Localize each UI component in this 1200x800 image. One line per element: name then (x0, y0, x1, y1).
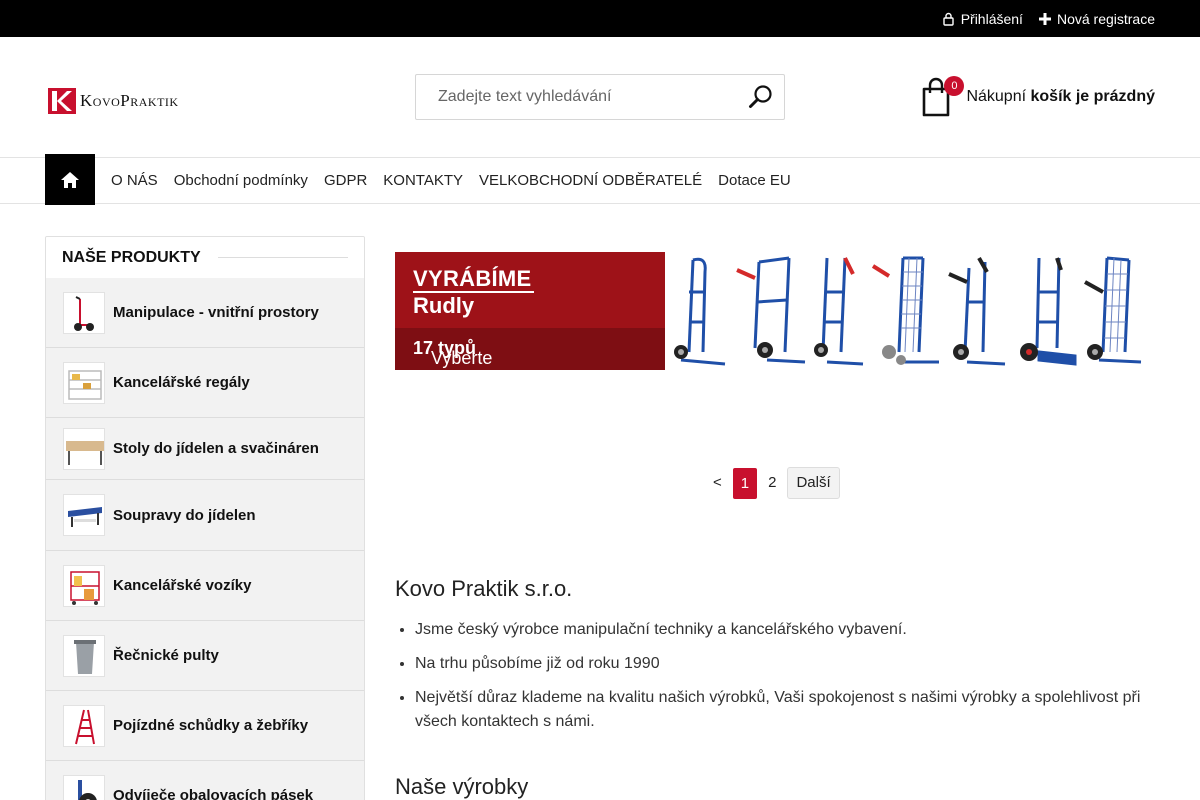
search-input[interactable] (416, 75, 736, 119)
sidebar-item-label: Pojízdné schůdky a žebříky (113, 717, 309, 734)
cart-label-prefix: Nákupní (966, 88, 1027, 105)
account-links: Přihlášení Nová registrace (942, 0, 1155, 37)
sidebar-item-odvijece[interactable]: Odvíječe obalovacích pásek (46, 761, 364, 800)
pagination-next[interactable]: Další (787, 467, 840, 499)
lock-icon (942, 12, 954, 26)
home-icon (61, 171, 79, 188)
sidebar-item-label: Řečnické pulty (113, 647, 219, 664)
sidebar-title: NAŠE PRODUKTY (62, 248, 201, 266)
sidebar-item-label: Manipulace - vnitřní prostory (113, 304, 319, 321)
logo-k-icon (48, 88, 76, 114)
banner-pagination: < 1 2 Další (706, 467, 840, 499)
register-link[interactable]: Nová registrace (1038, 10, 1155, 27)
hand-truck-icon (821, 257, 864, 366)
dining-set-icon (63, 494, 105, 536)
register-label: Nová registrace (1056, 10, 1155, 27)
home-button[interactable] (45, 154, 95, 205)
sidebar-item-voziky[interactable]: Kancelářské vozíky (46, 551, 364, 621)
ladder-icon (63, 704, 105, 747)
nav-item-velkoobchodni[interactable]: VELKOBCHODNÍ ODBĚRATELÉ (471, 172, 710, 189)
search-button[interactable] (748, 84, 774, 110)
pagination-page-2[interactable]: 2 (761, 467, 783, 499)
search-box (415, 74, 785, 120)
sidebar-item-label: Stoly do jídelen a svačináren (113, 440, 319, 457)
logo-text: KovoPraktik (80, 91, 179, 110)
search-icon (749, 85, 772, 108)
banner-line-3: Vyberte si ze 17 typů (413, 338, 492, 389)
nav-item-kontakty[interactable]: KONTAKTY (375, 172, 471, 189)
banner-line-2: Rudly (413, 293, 475, 318)
hand-truck-icon (963, 261, 1006, 366)
nav-item-obchodni-podminky[interactable]: Obchodní podmínky (166, 172, 316, 189)
hand-trucks-image (674, 256, 1142, 366)
banner-cta-strip: Vyberte si ze 17 typů (395, 328, 665, 389)
banner-line-3-prefix: Vyberte si ze (431, 348, 493, 389)
company-heading: Kovo Praktik s.r.o. (395, 576, 573, 601)
office-cart-icon (63, 564, 105, 607)
company-facts: Jsme český výrobce manipulační techniky … (395, 618, 1155, 734)
shelving-icon (63, 361, 105, 404)
pagination-prev[interactable]: < (706, 467, 729, 499)
list-item: Jsme český výrobce manipulační techniky … (415, 618, 1155, 642)
lectern-icon (63, 634, 105, 677)
sidebar-item-kancelarske-regaly[interactable]: Kancelářské regály (46, 348, 364, 418)
hand-truck-icon (680, 257, 726, 366)
banner-text-panel: VYRÁBÍME Rudly Vyberte si ze 17 typů (395, 252, 665, 389)
cart-count-badge: 0 (944, 76, 965, 96)
pagination-page-1[interactable]: 1 (732, 467, 758, 499)
sidebar-item-recnicke-pulty[interactable]: Řečnické pulty (46, 621, 364, 691)
login-link[interactable]: Přihlášení (942, 11, 1023, 27)
top-bar: Přihlášení Nová registrace (0, 0, 1200, 37)
logo[interactable]: KovoPraktik (48, 88, 179, 114)
login-label: Přihlášení (960, 10, 1023, 27)
cart-label: Nákupní košík je prázdný (966, 88, 1155, 106)
shopping-bag-icon: 0 (918, 75, 965, 119)
plus-icon (1038, 12, 1051, 25)
nav-item-dotace-eu[interactable]: Dotace EU (710, 172, 799, 189)
product-categories: NAŠE PRODUKTY Manipulace - vnitřní prost… (45, 236, 365, 800)
sidebar-item-stoly[interactable]: Stoly do jídelen a svačináren (46, 418, 364, 480)
sidebar-item-manipulace[interactable]: Manipulace - vnitřní prostory (46, 278, 364, 348)
sidebar-header: NAŠE PRODUKTY (46, 237, 364, 278)
sidebar-item-label: Kancelářské vozíky (113, 577, 252, 594)
nav-menu: O NÁS Obchodní podmínky GDPR KONTAKTY VE… (103, 158, 799, 203)
sidebar-item-soupravy[interactable]: Soupravy do jídelen (46, 480, 364, 551)
sidebar-item-label: Odvíječe obalovacích pásek (113, 787, 314, 800)
sidebar-item-schudky[interactable]: Pojízdné schůdky a žebříky (46, 691, 364, 761)
cart[interactable]: 0 Nákupní košík je prázdný (918, 75, 1155, 119)
list-item: Největší důraz klademe na kvalitu našich… (415, 686, 1155, 734)
list-item: Na trhu působíme již od roku 1990 (415, 652, 1155, 676)
about-section: Kovo Praktik s.r.o. Jsme český výrobce m… (395, 576, 1155, 800)
sidebar-item-label: Soupravy do jídelen (113, 506, 256, 524)
tape-dispenser-icon (63, 774, 105, 800)
hand-truck-icon (1035, 257, 1077, 366)
sidebar-item-label: Kancelářské regály (113, 374, 250, 391)
table-icon (63, 427, 105, 470)
banner-line-1: VYRÁBÍME (413, 266, 532, 291)
cart-label-status: košík je prázdný (1030, 88, 1156, 105)
nav-item-o-nas[interactable]: O NÁS (103, 172, 166, 189)
hand-truck-icon (63, 291, 105, 334)
promo-banner[interactable]: VYRÁBÍME Rudly Vyberte si ze 17 typů (395, 252, 1155, 389)
nav-item-gdpr[interactable]: GDPR (316, 172, 375, 189)
site-header: KovoPraktik 0 Nákupní košík je prázdný (0, 37, 1200, 158)
divider (218, 257, 348, 258)
products-heading: Naše výrobky (395, 774, 529, 799)
main-nav: O NÁS Obchodní podmínky GDPR KONTAKTY VE… (0, 154, 1200, 205)
